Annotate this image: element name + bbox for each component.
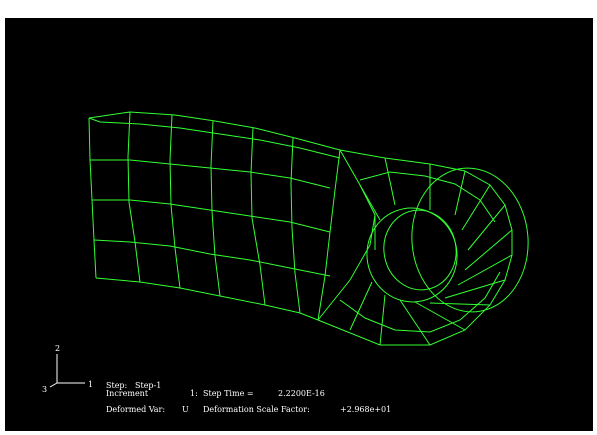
triad-axis-1-label: 1 — [88, 380, 94, 389]
mesh-row-2 — [92, 199, 331, 233]
step-time-label: Step Time = — [203, 389, 254, 398]
hole-radial-6 — [464, 229, 513, 271]
hole-radial-1 — [384, 157, 396, 206]
lug-outer-ring — [411, 167, 529, 313]
scale-factor-value: +2.968e+01 — [340, 405, 392, 414]
step-time-value: 2.2200E-16 — [278, 389, 325, 398]
mesh-column-2 — [169, 114, 181, 289]
mesh-transition-line — [317, 149, 341, 321]
mesh-column-1 — [127, 111, 141, 283]
lug-mid-ring-upper — [359, 171, 496, 223]
hole-radial-14 — [359, 184, 381, 221]
deformed-var-label: Deformed Var: — [106, 405, 166, 414]
lug-mid-ring-lower — [339, 271, 501, 333]
increment-value: 1: — [190, 389, 198, 398]
mesh-row-1 — [90, 159, 331, 189]
mesh-bottom-edge — [95, 277, 319, 321]
hole-radial-11 — [399, 299, 431, 346]
mesh-top-inner — [88, 117, 341, 159]
graphics-viewport[interactable]: 2 1 3 Step: Step-1 Increment 1: Step Tim… — [5, 18, 593, 431]
hole-radial-13 — [349, 281, 373, 331]
view-triad-icon — [49, 354, 85, 388]
mesh-column-3 — [210, 120, 221, 297]
increment-label: Increment — [106, 389, 149, 398]
triad-axis-3-label: 3 — [42, 385, 48, 394]
hole-radial-10 — [414, 301, 466, 331]
hole-radial-12 — [379, 294, 386, 346]
deformed-var-value: U — [182, 405, 189, 414]
hole-radial-3 — [454, 170, 466, 216]
scale-factor-label: Deformation Scale Factor: — [203, 405, 310, 414]
hole-radial-9 — [429, 302, 491, 306]
mesh-column-5 — [290, 137, 301, 314]
triad-axis-2-label: 2 — [55, 344, 61, 353]
deformed-mesh-plot — [88, 111, 529, 346]
mesh-left-edge — [88, 117, 97, 279]
